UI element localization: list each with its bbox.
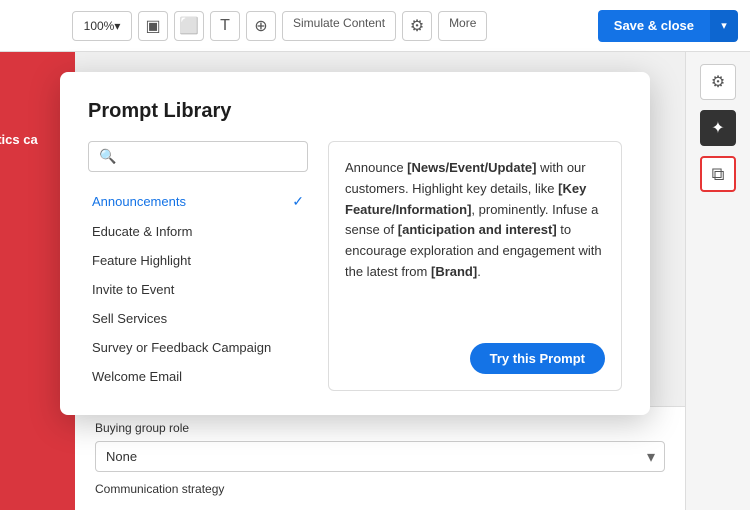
prompt-description: Announce [News/Event/Update] with our cu… <box>328 141 622 391</box>
description-bold-1: [News/Event/Update] <box>407 160 536 175</box>
try-prompt-button[interactable]: Try this Prompt <box>470 343 605 374</box>
list-item-label: Announcements <box>92 194 186 209</box>
modal-body: 🔍 Announcements ✓ Educate & Inform Featu… <box>88 141 622 391</box>
save-close-group: Save & close ▾ <box>598 10 738 42</box>
search-box[interactable]: 🔍 <box>88 141 308 172</box>
save-close-button[interactable]: Save & close <box>598 10 710 42</box>
text-icon[interactable]: T <box>210 11 240 41</box>
settings-icon[interactable]: ⚙ <box>402 11 432 41</box>
simulate-button[interactable]: Simulate Content <box>282 11 396 41</box>
top-toolbar: 100%▾ ▣ ⬜ T ⊕ Simulate Content ⚙ More Sa… <box>0 0 750 52</box>
list-item-label: Survey or Feedback Campaign <box>92 340 271 355</box>
list-item[interactable]: Feature Highlight <box>88 246 308 275</box>
list-item-label: Sell Services <box>92 311 167 326</box>
save-close-dropdown-button[interactable]: ▾ <box>710 10 738 42</box>
chevron-down-icon: ▾ <box>721 19 727 32</box>
list-item-label: Welcome Email <box>92 369 182 384</box>
zoom-input[interactable]: 100%▾ <box>72 11 132 41</box>
modal-overlay: Prompt Library 🔍 Announcements ✓ E <box>0 52 750 510</box>
list-item-label: Invite to Event <box>92 282 174 297</box>
list-item[interactable]: Invite to Event <box>88 275 308 304</box>
list-item[interactable]: Educate & Inform <box>88 217 308 246</box>
more-button[interactable]: More <box>438 11 487 41</box>
list-item-label: Feature Highlight <box>92 253 191 268</box>
layout-icon[interactable]: ▣ <box>138 11 168 41</box>
list-item[interactable]: Sell Services <box>88 304 308 333</box>
search-icon: 🔍 <box>99 148 116 165</box>
description-bold-4: [Brand] <box>431 264 477 279</box>
prompt-library-modal: Prompt Library 🔍 Announcements ✓ E <box>60 72 650 415</box>
description-bold-3: [anticipation and interest] <box>398 222 557 237</box>
prompt-list: Announcements ✓ Educate & Inform Feature… <box>88 186 308 391</box>
description-text-1: Announce <box>345 160 407 175</box>
image-icon[interactable]: ⬜ <box>174 11 204 41</box>
search-input[interactable] <box>124 149 297 164</box>
prompt-list-section: 🔍 Announcements ✓ Educate & Inform Featu… <box>88 141 308 391</box>
checkmark-icon: ✓ <box>292 193 304 210</box>
main-area: ytics ca Ab Buying group role None ▾ Com… <box>0 52 750 510</box>
list-item[interactable]: Survey or Feedback Campaign <box>88 333 308 362</box>
list-item-label: Educate & Inform <box>92 224 192 239</box>
list-item[interactable]: Welcome Email <box>88 362 308 391</box>
search-tool-icon[interactable]: ⊕ <box>246 11 276 41</box>
toolbar-tools: 100%▾ ▣ ⬜ T ⊕ Simulate Content ⚙ More <box>12 11 590 41</box>
description-text-5: . <box>477 264 481 279</box>
list-item[interactable]: Announcements ✓ <box>88 186 308 217</box>
modal-title: Prompt Library <box>88 100 622 123</box>
